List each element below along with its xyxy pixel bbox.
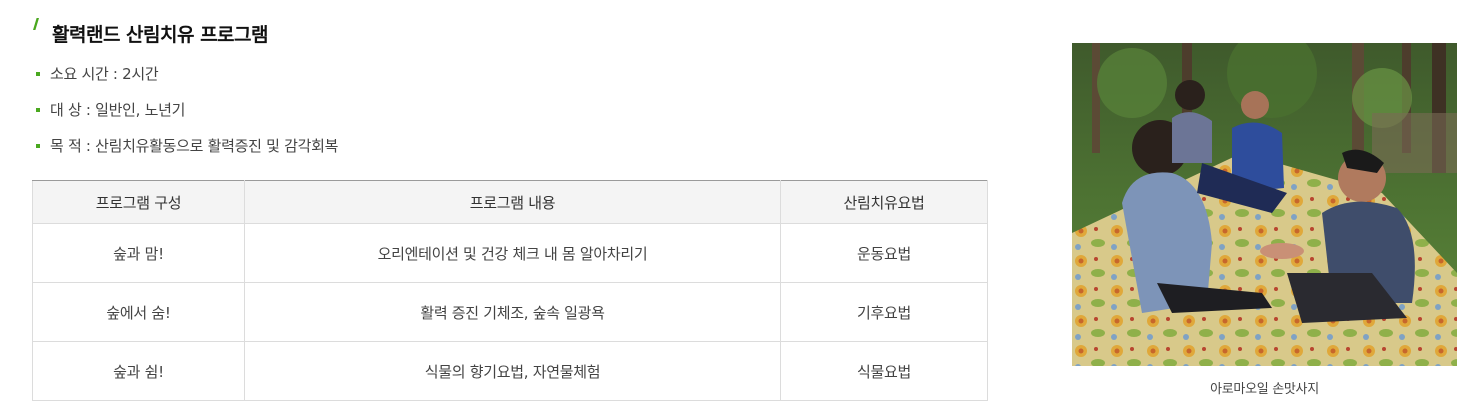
info-text: 대 상 : 일반인, 노년기: [50, 101, 186, 119]
forest-massage-photo: [1072, 43, 1457, 366]
cell-content: 오리엔테이션 및 건강 체크 내 몸 알아차리기: [244, 223, 781, 283]
program-info-list: 소요 시간 : 2시간 대 상 : 일반인, 노년기 목 적 : 산림치유활동으…: [36, 62, 338, 170]
cell-therapy: 식물요법: [780, 341, 988, 401]
info-item-target: 대 상 : 일반인, 노년기: [36, 98, 338, 134]
info-item-duration: 소요 시간 : 2시간: [36, 62, 338, 98]
header-composition: 프로그램 구성: [32, 180, 245, 224]
table-header-row: 프로그램 구성 프로그램 내용 산림치유요법: [32, 180, 988, 224]
header-therapy: 산림치유요법: [780, 180, 988, 224]
program-photo: [1072, 43, 1457, 366]
bullet-icon: [36, 72, 40, 76]
bullet-icon: [36, 108, 40, 112]
program-section: 활력랜드 산림치유 프로그램 소요 시간 : 2시간 대 상 : 일반인, 노년…: [0, 0, 1469, 408]
cell-therapy: 운동요법: [780, 223, 988, 283]
table-row: 숲에서 숨! 활력 증진 기체조, 숲속 일광욕 기후요법: [32, 282, 988, 342]
bullet-icon: [36, 144, 40, 148]
title-accent-icon: [33, 18, 39, 30]
cell-content: 식물의 향기요법, 자연물체험: [244, 341, 781, 401]
cell-composition: 숲에서 숨!: [32, 282, 245, 342]
cell-content: 활력 증진 기체조, 숲속 일광욕: [244, 282, 781, 342]
info-text: 소요 시간 : 2시간: [50, 65, 159, 83]
table-row: 숲과 쉼! 식물의 향기요법, 자연물체험 식물요법: [32, 341, 988, 401]
program-table: 프로그램 구성 프로그램 내용 산림치유요법 숲과 맘! 오리엔테이션 및 건강…: [32, 180, 988, 401]
cell-composition: 숲과 쉼!: [32, 341, 245, 401]
photo-caption: 아로마오일 손맛사지: [1210, 382, 1319, 397]
info-item-purpose: 목 적 : 산림치유활동으로 활력증진 및 감각회복: [36, 134, 338, 170]
cell-composition: 숲과 맘!: [32, 223, 245, 283]
table-row: 숲과 맘! 오리엔테이션 및 건강 체크 내 몸 알아차리기 운동요법: [32, 223, 988, 283]
header-content: 프로그램 내용: [244, 180, 781, 224]
info-text: 목 적 : 산림치유활동으로 활력증진 및 감각회복: [50, 137, 339, 155]
page-title: 활력랜드 산림치유 프로그램: [52, 24, 269, 46]
cell-therapy: 기후요법: [780, 282, 988, 342]
